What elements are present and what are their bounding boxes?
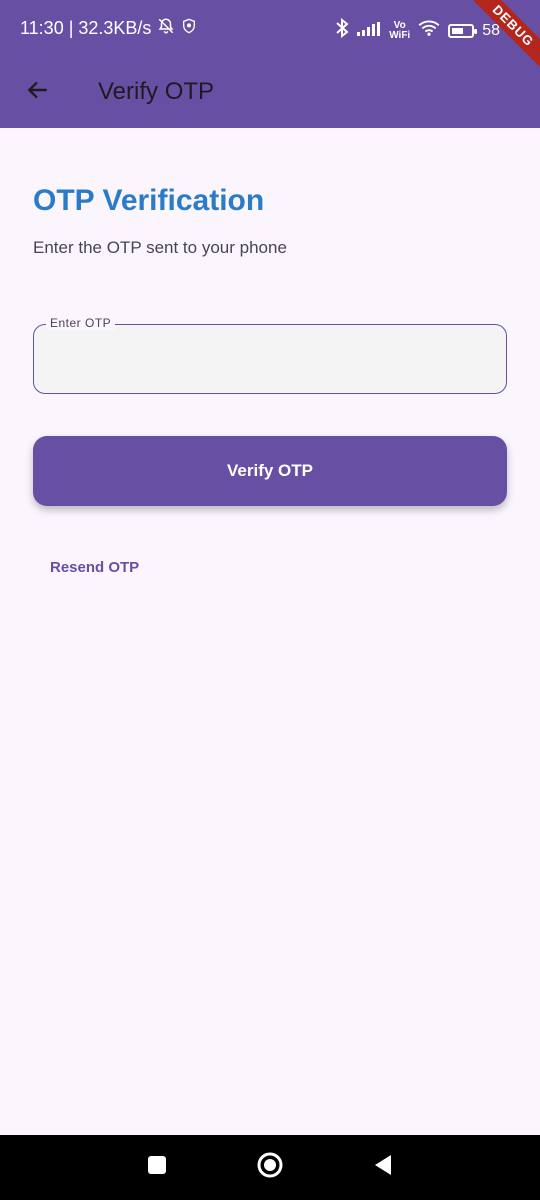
vowifi-bottom: WiFi bbox=[389, 29, 411, 41]
otp-field-label: Enter OTP bbox=[46, 316, 116, 330]
circle-icon bbox=[256, 1151, 284, 1184]
square-icon bbox=[147, 1155, 167, 1180]
app-bar-title: Verify OTP bbox=[98, 78, 215, 105]
home-button[interactable] bbox=[250, 1148, 290, 1188]
otp-field[interactable]: Enter OTP bbox=[33, 316, 507, 394]
bell-off-icon bbox=[157, 17, 175, 40]
otp-input[interactable] bbox=[34, 325, 506, 393]
main-content: OTP Verification Enter the OTP sent to y… bbox=[33, 128, 507, 577]
back-nav-button[interactable] bbox=[363, 1148, 403, 1188]
resend-otp-link[interactable]: Resend OTP bbox=[50, 559, 139, 576]
signal-icon bbox=[357, 20, 381, 41]
status-left: 11:30 | 32.3KB/s bbox=[20, 17, 197, 40]
status-bar: 11:30 | 32.3KB/s Vo WiFi 58 bbox=[0, 0, 540, 56]
bluetooth-icon bbox=[335, 17, 349, 43]
vowifi-icon: Vo WiFi bbox=[389, 20, 411, 41]
triangle-back-icon bbox=[373, 1154, 393, 1181]
back-button[interactable] bbox=[10, 64, 66, 120]
system-nav-bar bbox=[0, 1135, 540, 1200]
recents-button[interactable] bbox=[137, 1148, 177, 1188]
page-subheading: Enter the OTP sent to your phone bbox=[33, 238, 287, 257]
battery-icon bbox=[448, 23, 478, 38]
app-bar: Verify OTP bbox=[0, 56, 540, 128]
screen: 11:30 | 32.3KB/s Vo WiFi 58 Verify OTP D… bbox=[0, 0, 540, 1200]
verify-otp-button[interactable]: Verify OTP bbox=[33, 436, 507, 506]
shield-icon bbox=[181, 18, 197, 39]
status-time-speed: 11:30 | 32.3KB/s bbox=[20, 17, 152, 38]
arrow-left-icon bbox=[25, 77, 51, 108]
status-right: Vo WiFi 58 bbox=[335, 17, 500, 43]
wifi-icon bbox=[418, 20, 440, 41]
page-heading: OTP Verification bbox=[33, 184, 265, 217]
